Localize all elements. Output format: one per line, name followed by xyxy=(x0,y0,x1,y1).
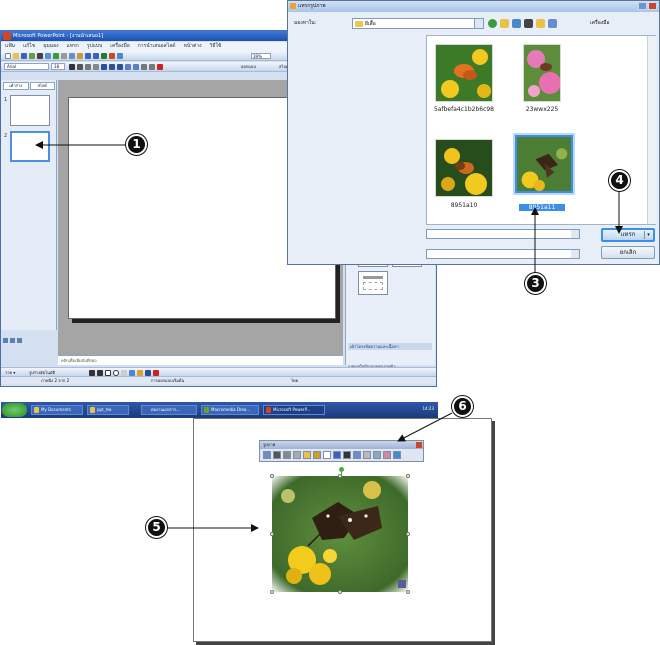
callout-6: 6 xyxy=(452,396,473,417)
annotation-arrows xyxy=(35,141,623,532)
callout-1: 1 xyxy=(126,134,147,155)
callout-5: 5 xyxy=(146,517,167,538)
arrow-6 xyxy=(397,412,453,442)
callout-3: 3 xyxy=(525,273,546,294)
callout-4: 4 xyxy=(609,170,630,191)
